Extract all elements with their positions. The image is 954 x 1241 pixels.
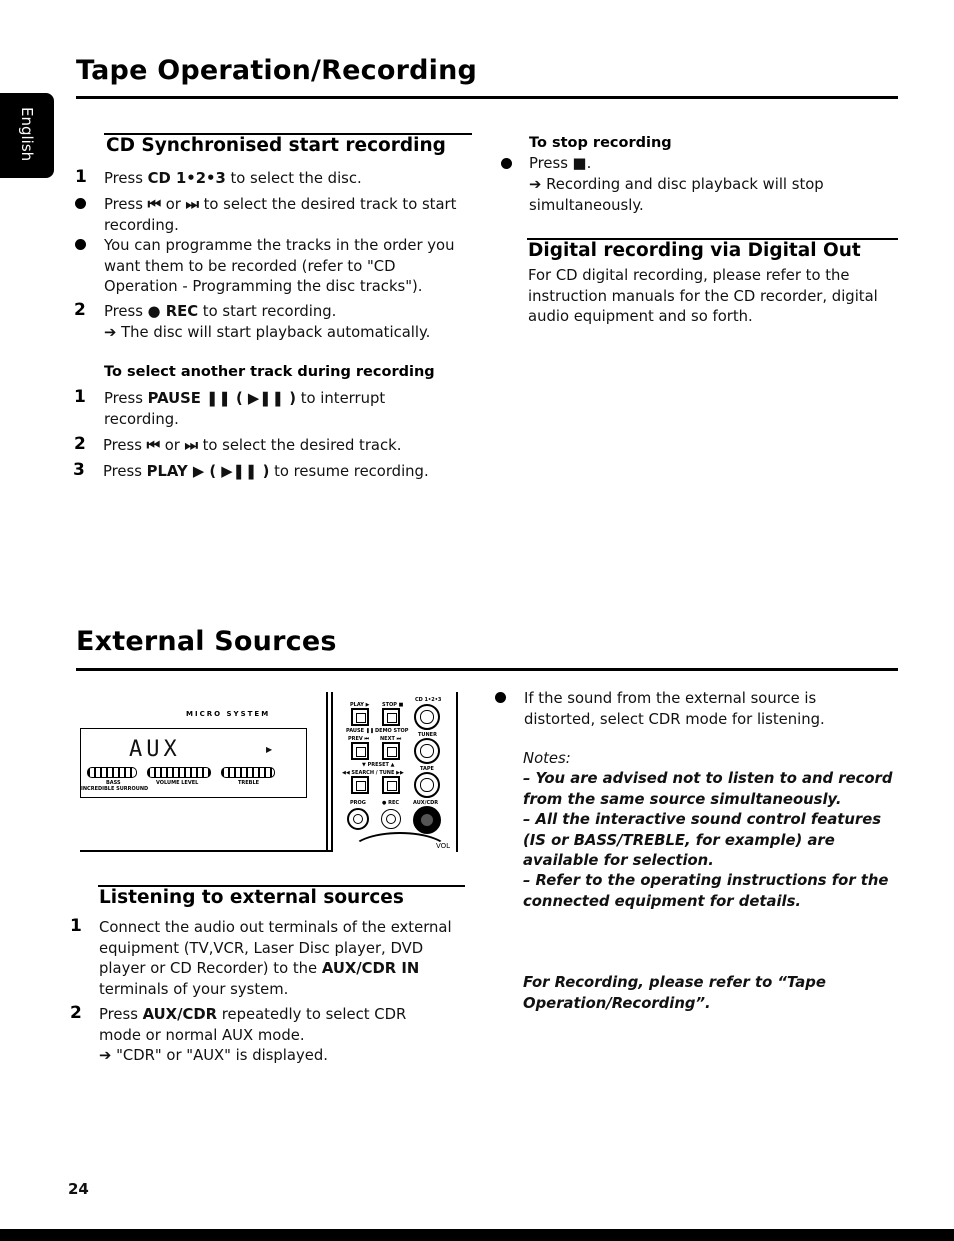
step-text: Press CD 1•2•3 to select the disc. [104, 170, 362, 187]
bar-label: VOLUME LEVEL [156, 780, 199, 786]
search-back-button [351, 776, 369, 794]
button-label: PAUSE ❚❚ [346, 728, 375, 734]
device-base-line [80, 850, 332, 852]
cd-knob [414, 704, 440, 730]
stop-icon: ■ [572, 155, 587, 172]
step-text: Press PLAY ▶ ( ▶❚❚ ) to resume recording… [103, 463, 429, 480]
step-text: Press AUX/CDR repeatedly to select CDR m… [99, 1006, 407, 1064]
recording-reference: For Recording, please refer to “Tape Ope… [523, 974, 826, 1012]
button-label: CD 1•2•3 [415, 697, 442, 703]
search-forward-button [382, 776, 400, 794]
notes-label: Notes: [523, 750, 571, 767]
page-number: 24 [68, 1180, 89, 1198]
language-label: English [18, 107, 36, 162]
step-number: 2 [70, 1003, 82, 1023]
distorted-bullet-text: If the sound from the external source is… [524, 690, 825, 728]
aux-cdr-knob [413, 806, 441, 834]
tape-knob [414, 772, 440, 798]
device-edge [331, 692, 333, 852]
button-label: ● REC [382, 800, 400, 806]
bass-bar [87, 767, 137, 778]
heading-listening: Listening to external sources [99, 887, 404, 908]
bullet-text: Press ⏮ or ⏭ to select the desired track… [104, 196, 457, 234]
brand-label: MICRO SYSTEM [186, 710, 271, 718]
heading-digital-recording: Digital recording via Digital Out [528, 240, 861, 261]
bullet [495, 692, 506, 703]
play-button [351, 708, 369, 726]
device-illustration: MICRO SYSTEM AUX ▶ BASS VOLUME LEVEL TRE… [80, 692, 460, 857]
heading-cd-sync: CD Synchronised start recording [106, 135, 446, 156]
note-item: – Refer to the operating instructions fo… [523, 872, 889, 910]
stop-button [382, 708, 400, 726]
footer-bar [0, 1229, 954, 1241]
button-label: PROG [350, 800, 366, 806]
digital-body: For CD digital recording, please refer t… [528, 267, 878, 325]
step-number: 2 [74, 300, 86, 320]
device-edge [326, 692, 328, 852]
rec-button [381, 809, 401, 829]
bullet-text: Press ■. [529, 155, 592, 172]
vol-label: VOL [436, 842, 451, 850]
note-item: – You are advised not to listen to and r… [523, 770, 893, 808]
prog-button [347, 808, 369, 830]
title-rule [76, 668, 898, 671]
next-button [382, 742, 400, 760]
tuner-knob [414, 738, 440, 764]
volume-dial [350, 832, 450, 872]
step-number: 1 [74, 387, 86, 407]
volume-bar [147, 767, 211, 778]
treble-bar [221, 767, 275, 778]
heading-select-another: To select another track during recording [104, 364, 435, 380]
step-number: 1 [70, 916, 82, 936]
bar-label: TREBLE [238, 780, 260, 786]
result-text: ➔ Recording and disc playback will stop … [529, 176, 824, 214]
sub-label: INCREDIBLE SURROUND [81, 786, 149, 792]
step-text: Press PAUSE ❚❚ ( ▶❚❚ ) to interrupt reco… [104, 390, 386, 428]
bullet [501, 158, 512, 169]
step-text: Press ● REC to start recording. ➔ The dis… [104, 303, 431, 341]
play-indicator-icon: ▶ [266, 745, 273, 754]
next-icon: ⏭ [185, 196, 199, 213]
heading-stop-recording: To stop recording [529, 135, 672, 151]
step-number: 1 [75, 167, 87, 187]
bullet-text: You can programme the tracks in the orde… [104, 237, 455, 295]
lcd-display: AUX ▶ BASS VOLUME LEVEL TREBLE INCREDIBL… [80, 728, 307, 798]
section-title-tape-operation: Tape Operation/Recording [76, 55, 478, 86]
prev-button [351, 742, 369, 760]
record-icon: ● [147, 303, 161, 320]
step-text: Connect the audio out terminals of the e… [99, 919, 452, 998]
bullet [75, 239, 86, 250]
device-edge [456, 692, 458, 852]
display-text: AUX [129, 737, 181, 762]
step-number: 3 [73, 460, 85, 480]
button-label: ▼ PRESET ▲ [362, 762, 395, 768]
title-rule [76, 96, 898, 99]
prev-icon: ⏮ [146, 437, 160, 454]
button-label: DEMO STOP [375, 728, 409, 734]
note-item: – All the interactive sound control feat… [523, 811, 882, 869]
next-icon: ⏭ [184, 437, 198, 454]
result-text: ➔ The disc will start playback automatic… [104, 323, 431, 341]
bullet [75, 198, 86, 209]
result-text: ➔ "CDR" or "AUX" is displayed. [99, 1047, 328, 1064]
section-title-external-sources: External Sources [76, 626, 337, 657]
language-tab: English [0, 93, 54, 178]
step-number: 2 [74, 434, 86, 454]
prev-icon: ⏮ [147, 196, 161, 213]
step-text: Press ⏮ or ⏭ to select the desired track… [103, 437, 402, 454]
